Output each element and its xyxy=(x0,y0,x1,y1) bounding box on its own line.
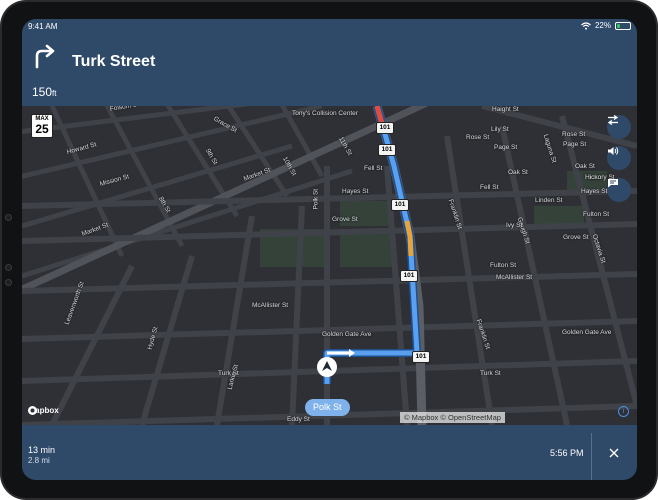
distance-unit: ft xyxy=(52,89,57,98)
status-indicators: 22% xyxy=(581,21,631,30)
info-icon[interactable]: i xyxy=(618,406,629,417)
end-navigation-button[interactable] xyxy=(606,445,622,461)
turn-right-arrow-icon xyxy=(35,44,55,69)
road-label: Rose St xyxy=(562,131,586,138)
road-label: Oak St xyxy=(508,169,528,176)
bottom-banner: 13 min 2.8 mi 5:56 PM xyxy=(22,425,637,480)
road-label: Page St xyxy=(563,141,587,148)
distance-value: 150 xyxy=(32,85,53,99)
road-label: Turk St xyxy=(480,370,501,377)
feedback-button[interactable] xyxy=(607,178,631,202)
side-button xyxy=(5,279,12,286)
road-label: Haight St xyxy=(492,106,519,113)
arrival-time: 5:56 PM xyxy=(550,448,584,458)
road-label: Grove St xyxy=(332,216,358,223)
mute-button[interactable] xyxy=(607,146,631,170)
road-label: Oak St xyxy=(575,163,595,170)
status-bar: 9:41 AM 22% xyxy=(22,19,637,35)
street-name: Turk Street xyxy=(72,53,156,70)
close-icon xyxy=(609,448,619,458)
time-remaining: 13 min xyxy=(28,445,56,455)
maneuver-distance: 150ft xyxy=(32,85,56,99)
highway-shield: 101 xyxy=(400,270,418,282)
map-view[interactable]: Tony's Collision Center Howard St Mission … xyxy=(22,106,637,425)
road-label: McAllister St xyxy=(252,302,289,309)
speed-limit-sign: MAX 25 xyxy=(31,114,53,138)
divider xyxy=(591,433,592,480)
distance-remaining: 2.8 mi xyxy=(28,456,50,465)
mapbox-logo-icon xyxy=(28,406,37,415)
road-label: Lily St xyxy=(491,126,509,133)
road-label: Rose St xyxy=(466,134,490,141)
wifi-icon xyxy=(581,21,591,30)
road-label: Polk St xyxy=(312,188,320,210)
status-time: 9:41 AM xyxy=(28,22,58,31)
map-attribution[interactable]: © Mapbox © OpenStreetMap xyxy=(400,412,505,423)
road-label: Fulton St xyxy=(583,211,610,218)
street-grid-diagonal xyxy=(22,106,353,279)
highway-shield: 101 xyxy=(378,144,396,156)
highway-shield: 101 xyxy=(376,122,394,134)
mapbox-logo: mapbox xyxy=(28,406,59,415)
route-overview-icon xyxy=(607,115,619,125)
speaker-icon xyxy=(608,147,619,155)
battery-level xyxy=(617,23,620,28)
side-button xyxy=(5,214,12,221)
side-button xyxy=(5,264,12,271)
battery-percent: 22% xyxy=(594,21,611,30)
map-canvas xyxy=(22,106,637,425)
road-label: Golden Gate Ave xyxy=(562,329,612,336)
road-label: Fell St xyxy=(480,184,499,191)
highway-shield: 101 xyxy=(412,351,430,363)
road-label: Hayes St xyxy=(581,188,608,195)
speed-limit-value: 25 xyxy=(35,122,49,136)
battery-icon xyxy=(615,21,631,30)
road-label: Hayes St xyxy=(342,188,369,195)
road-label: Grove St xyxy=(563,234,589,241)
feedback-icon xyxy=(608,179,618,188)
app-screen: 9:41 AM 22% 150ft Turk Street Tony's Col… xyxy=(22,19,637,480)
road-label: Tony's Collision Center xyxy=(292,110,358,117)
road-label: Fulton St xyxy=(490,262,517,269)
wayname-pill: Polk St xyxy=(305,399,350,416)
road-label: Hicko xyxy=(585,174,602,181)
road-label: Linden St xyxy=(535,197,563,204)
instruction-banner[interactable]: 150ft Turk Street xyxy=(22,35,637,106)
road-label: McAllister St xyxy=(496,274,533,281)
route-overview-button[interactable] xyxy=(607,115,631,139)
road-label: Fell St xyxy=(364,165,383,172)
road-label: Eddy St xyxy=(287,416,310,423)
road-label: Golden Gate Ave xyxy=(322,331,372,338)
road-label: Ivy St xyxy=(506,222,523,229)
road-label: Page St xyxy=(494,144,518,151)
highway-shield: 101 xyxy=(391,199,409,211)
